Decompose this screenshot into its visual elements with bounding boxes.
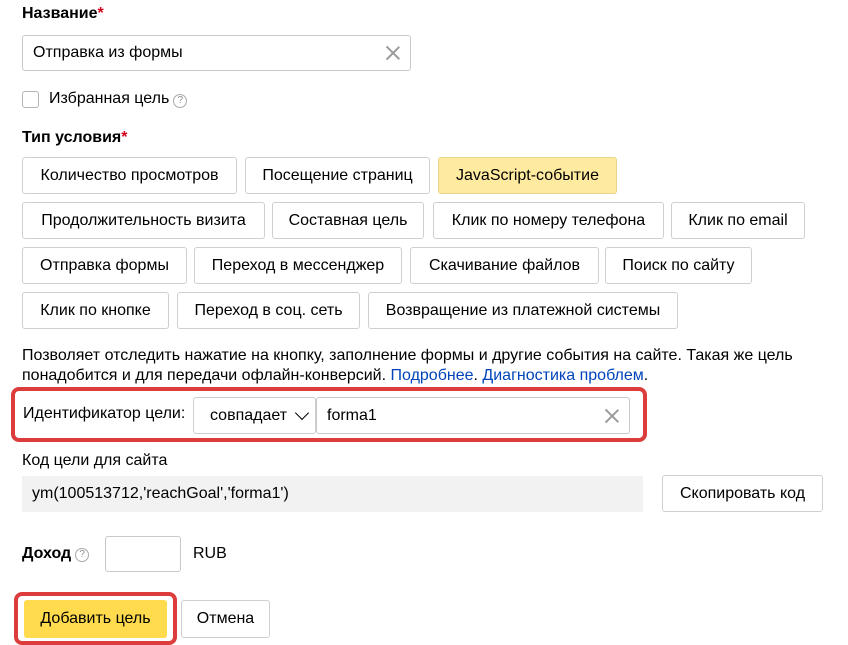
add-goal-button[interactable]: Добавить цель <box>24 600 167 638</box>
condition-option-pageviews[interactable]: Количество просмотров <box>22 157 237 194</box>
condition-option-page-visit[interactable]: Посещение страниц <box>245 157 430 194</box>
income-label: Доход <box>22 545 72 562</box>
condition-option-site-search[interactable]: Поиск по сайту <box>605 247 752 284</box>
condition-option-email-click[interactable]: Клик по email <box>671 202 805 239</box>
currency-label: RUB <box>193 545 227 562</box>
condition-option-form-submit[interactable]: Отправка формы <box>22 247 187 284</box>
copy-code-button[interactable]: Скопировать код <box>662 475 823 512</box>
condition-option-button-click[interactable]: Клик по кнопке <box>22 292 169 329</box>
chevron-down-icon <box>295 405 310 420</box>
goal-id-input[interactable]: forma1 <box>316 397 630 434</box>
favorite-checkbox[interactable] <box>22 90 39 108</box>
favorite-label[interactable]: Избранная цель <box>49 90 169 108</box>
goal-name-input[interactable]: Отправка из формы <box>22 35 411 71</box>
condition-option-javascript-event[interactable]: JavaScript-событие <box>438 157 617 194</box>
condition-option-payment-return[interactable]: Возвращение из платежной системы <box>368 292 678 329</box>
help-icon[interactable]: ? <box>173 94 188 108</box>
cancel-button[interactable]: Отмена <box>181 600 270 638</box>
condition-option-social-network[interactable]: Переход в соц. сеть <box>177 292 360 329</box>
condition-description: Позволяет отследить нажатие на кнопку, з… <box>22 346 838 386</box>
diagnostics-link[interactable]: Диагностика проблем <box>482 367 643 384</box>
condition-option-file-download[interactable]: Скачивание файлов <box>410 247 599 284</box>
condition-option-phone-click[interactable]: Клик по номеру телефона <box>433 202 664 239</box>
goal-id-value[interactable]: forma1 <box>327 407 377 425</box>
description-line-2: понадобится и для передачи офлайн-конвер… <box>22 367 649 384</box>
clear-icon[interactable] <box>386 46 400 60</box>
income-label-row: Доход ? <box>22 545 90 563</box>
favorite-row: Избранная цель ? <box>22 90 188 108</box>
more-link[interactable]: Подробнее <box>391 367 474 384</box>
condition-option-composite[interactable]: Составная цель <box>272 202 424 239</box>
match-type-select[interactable]: совпадает <box>193 397 316 434</box>
condition-type-label: Тип условия* <box>22 129 128 146</box>
site-code-box: ym(100513712,'reachGoal','forma1') <box>22 476 643 512</box>
name-label: Название* <box>22 5 104 22</box>
description-line-1: Позволяет отследить нажатие на кнопку, з… <box>22 347 793 364</box>
goal-id-label: Идентификатор цели: <box>23 405 186 422</box>
site-code-label: Код цели для сайта <box>22 452 168 469</box>
match-type-value: совпадает <box>210 406 288 424</box>
goal-name-value[interactable]: Отправка из формы <box>33 44 183 62</box>
condition-option-visit-duration[interactable]: Продолжительность визита <box>22 202 265 239</box>
clear-icon[interactable] <box>605 409 619 423</box>
help-icon[interactable]: ? <box>75 548 90 562</box>
income-input[interactable] <box>105 536 181 572</box>
condition-option-messenger[interactable]: Переход в мессенджер <box>194 247 402 284</box>
site-code-value: ym(100513712,'reachGoal','forma1') <box>32 485 289 502</box>
